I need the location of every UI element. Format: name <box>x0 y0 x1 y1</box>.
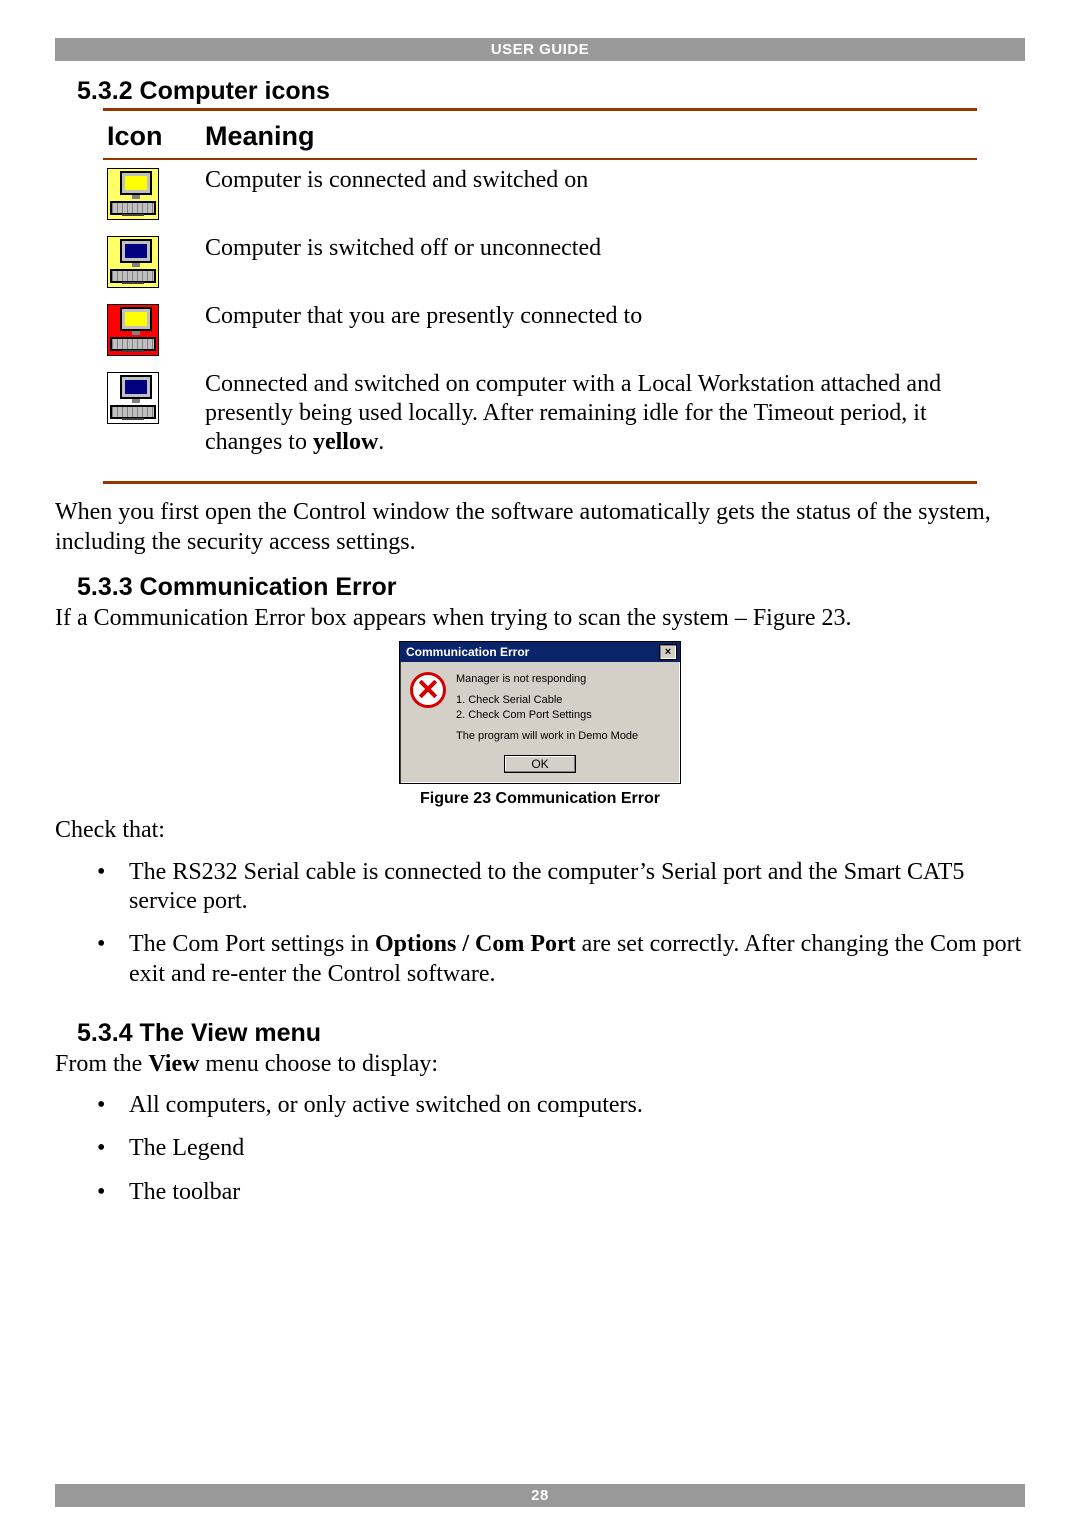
section-heading-view-menu: 5.3.4 The View menu <box>77 1019 1025 1048</box>
meaning-cell: Computer is connected and switched on <box>201 160 977 228</box>
computer-on-icon <box>107 168 159 220</box>
ok-button[interactable]: OK <box>504 755 575 773</box>
table-row: Computer is switched off or unconnected <box>103 228 977 296</box>
meaning-cell: Computer is switched off or unconnected <box>201 228 977 296</box>
list-item: The Com Port settings in Options / Com P… <box>55 930 1025 1003</box>
dialog-check-1: 1. Check Serial Cable <box>456 693 638 708</box>
page-header: USER GUIDE <box>55 38 1025 61</box>
col-header-icon: Icon <box>103 111 201 158</box>
col-header-meaning: Meaning <box>201 111 977 158</box>
meaning-cell: Computer that you are presently connecte… <box>201 296 977 364</box>
list-item: The RS232 Serial cable is connected to t… <box>55 858 1025 931</box>
table-row: Connected and switched on computer with … <box>103 364 977 476</box>
list-item: All computers, or only active switched o… <box>55 1091 1025 1134</box>
figure-caption: Figure 23 Communication Error <box>55 790 1025 808</box>
communication-error-dialog: Communication Error × Manager is not res… <box>399 641 681 784</box>
dialog-demo-line: The program will work in Demo Mode <box>456 729 638 744</box>
view-menu-list: All computers, or only active switched o… <box>55 1091 1025 1221</box>
table-row: Computer is connected and switched on <box>103 160 977 228</box>
section-heading-comm-error: 5.3.3 Communication Error <box>77 573 1025 602</box>
computer-current-icon <box>107 304 159 356</box>
meaning-cell: Connected and switched on computer with … <box>201 364 977 476</box>
computer-local-icon <box>107 372 159 424</box>
paragraph-comm-intro: If a Communication Error box appears whe… <box>55 604 1025 633</box>
paragraph-view-intro: From the View menu choose to display: <box>55 1050 1025 1079</box>
table-row: Computer that you are presently connecte… <box>103 296 977 364</box>
error-icon <box>410 672 446 708</box>
dialog-check-2: 2. Check Com Port Settings <box>456 708 638 723</box>
check-that-label: Check that: <box>55 816 1025 845</box>
dialog-message: Manager is not responding 1. Check Seria… <box>456 672 638 749</box>
comm-error-checklist: The RS232 Serial cable is connected to t… <box>55 858 1025 1003</box>
dialog-titlebar: Communication Error × <box>400 642 680 662</box>
computer-off-icon <box>107 236 159 288</box>
page: USER GUIDE 5.3.2 Computer icons Icon Mea… <box>0 0 1080 1529</box>
dialog-title: Communication Error <box>406 645 529 659</box>
page-footer: 28 <box>55 1484 1025 1507</box>
list-item: The toolbar <box>55 1178 1025 1221</box>
paragraph-after-table: When you first open the Control window t… <box>55 498 1025 557</box>
rule-bottom <box>103 481 977 484</box>
dialog-line-main: Manager is not responding <box>456 672 638 687</box>
icon-meaning-table: Icon Meaning Computer is connected and s… <box>103 111 977 475</box>
section-heading-icons: 5.3.2 Computer icons <box>77 77 1025 106</box>
list-item: The Legend <box>55 1134 1025 1177</box>
close-icon[interactable]: × <box>659 644 677 660</box>
